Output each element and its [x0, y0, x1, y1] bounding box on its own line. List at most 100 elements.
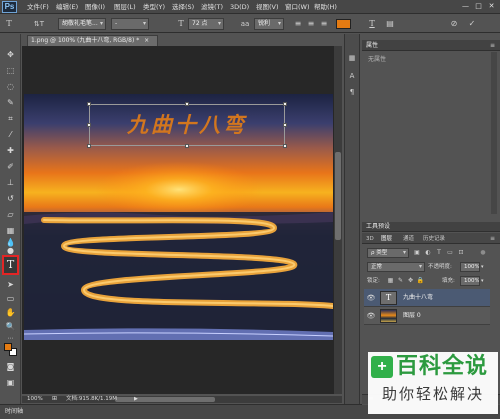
lock-position-icon[interactable]: ✥: [406, 276, 415, 286]
panel-menu-icon[interactable]: ≡: [490, 41, 495, 50]
history-panel-icon[interactable]: ▦: [346, 52, 358, 64]
filter-toggle-icon[interactable]: ●: [478, 248, 488, 258]
opacity-slider-arrow-icon[interactable]: ▾: [481, 262, 484, 272]
tool-presets-tab[interactable]: 工具预设: [366, 223, 390, 231]
close-window-button[interactable]: ✕: [487, 1, 496, 11]
properties-scrollbar[interactable]: [491, 52, 497, 214]
menu-select[interactable]: 选择(S): [172, 2, 194, 12]
zoom-menu-icon[interactable]: ⊞: [52, 395, 57, 403]
document-tab-title: 1.png @ 100% (九曲十八弯, RGB/8) *: [31, 37, 140, 44]
brush-tool-icon[interactable]: ✐: [3, 162, 18, 172]
menu-help[interactable]: 帮助(H): [314, 2, 337, 12]
screen-mode-icon[interactable]: ▣: [3, 378, 18, 388]
chevron-down-icon: ▾: [402, 249, 406, 256]
fill-slider-arrow-icon[interactable]: ▾: [481, 276, 484, 286]
lock-pixels-icon[interactable]: ✎: [396, 276, 405, 286]
menu-file[interactable]: 文件(F): [27, 2, 49, 12]
lasso-tool-icon[interactable]: ◌: [3, 82, 18, 92]
tab-channels[interactable]: 通道: [403, 234, 414, 244]
filter-shape-icon[interactable]: ▭: [445, 248, 455, 258]
opacity-input[interactable]: 100%: [460, 262, 480, 272]
properties-title[interactable]: 属性: [366, 41, 378, 50]
gradient-tool-icon[interactable]: ▦: [3, 226, 18, 236]
text-color-swatch[interactable]: [336, 19, 351, 29]
font-size-select[interactable]: 72 点 ▾: [188, 18, 224, 30]
close-tab-icon[interactable]: ×: [144, 37, 149, 44]
hand-tool-icon[interactable]: ✋: [3, 308, 18, 318]
foreground-color-swatch[interactable]: [4, 343, 12, 351]
document-tab[interactable]: 1.png @ 100% (九曲十八弯, RGB/8) * ×: [27, 35, 158, 46]
canvas-title-text[interactable]: 九曲十八弯: [92, 104, 282, 146]
character-panel-icon[interactable]: ▤: [384, 17, 396, 31]
eye-icon[interactable]: 👁: [366, 307, 376, 325]
eyedropper-tool-icon[interactable]: ⁄: [3, 130, 18, 140]
warp-text-icon[interactable]: T: [366, 17, 378, 31]
timeline-tab[interactable]: 时间轴: [5, 408, 23, 416]
menu-layer[interactable]: 图层(L): [114, 2, 136, 12]
minimize-button[interactable]: —: [461, 1, 470, 11]
font-family-select[interactable]: 胡敬礼毛笔... ▾: [58, 18, 106, 30]
watermark-subtitle: 助你轻松解决: [382, 385, 485, 403]
path-selection-tool-icon[interactable]: ➤: [3, 280, 18, 290]
blend-mode-select[interactable]: 正常 ▾: [367, 262, 425, 272]
crop-tool-icon[interactable]: ⌗: [3, 114, 18, 124]
filter-adjust-icon[interactable]: ◐: [423, 248, 433, 258]
restore-button[interactable]: □: [474, 1, 483, 11]
panel-menu-icon[interactable]: ≡: [490, 234, 495, 244]
status-menu-arrow-icon[interactable]: ▶: [134, 395, 138, 403]
transform-handle[interactable]: [283, 102, 287, 106]
tab-history[interactable]: 历史记录: [423, 234, 445, 244]
transform-handle[interactable]: [283, 144, 287, 148]
quick-select-tool-icon[interactable]: ✎: [3, 98, 18, 108]
eraser-tool-icon[interactable]: ▱: [3, 210, 18, 220]
transform-handle[interactable]: [87, 102, 91, 106]
commit-edit-icon[interactable]: ✓: [466, 17, 478, 31]
font-style-select[interactable]: - ▾: [111, 18, 149, 30]
type-layer-thumbnail: T: [380, 291, 397, 305]
history-brush-tool-icon[interactable]: ↺: [3, 194, 18, 204]
zoom-tool-icon[interactable]: 🔍: [3, 322, 18, 332]
zoom-level[interactable]: 100%: [27, 395, 43, 403]
filter-pixel-icon[interactable]: ▣: [412, 248, 422, 258]
text-orientation-icon[interactable]: ⇅T: [30, 17, 48, 31]
tab-layers[interactable]: 图层: [381, 234, 392, 244]
fill-input[interactable]: 100%: [460, 276, 480, 286]
layer-name[interactable]: 图层 0: [403, 307, 421, 325]
marquee-tool-icon[interactable]: ⬚: [3, 66, 18, 76]
quick-mask-icon[interactable]: ◙: [3, 362, 18, 372]
text-tool-preset-icon[interactable]: T: [3, 17, 15, 31]
menu-edit[interactable]: 编辑(E): [56, 2, 78, 12]
menu-type[interactable]: 类型(Y): [143, 2, 165, 12]
paragraph-panel-icon[interactable]: ¶: [346, 86, 358, 98]
menu-filter[interactable]: 滤镜(T): [201, 2, 223, 12]
align-right-icon[interactable]: ≡: [318, 17, 330, 31]
menu-view[interactable]: 视图(V): [256, 2, 279, 12]
clone-stamp-tool-icon[interactable]: ⊥: [3, 178, 18, 188]
text-tool-icon[interactable]: T: [4, 257, 17, 273]
menu-3d[interactable]: 3D(D): [230, 2, 249, 12]
align-center-icon[interactable]: ≡: [305, 17, 317, 31]
transform-handle[interactable]: [87, 123, 91, 127]
align-left-icon[interactable]: ≡: [292, 17, 304, 31]
menu-window[interactable]: 窗口(W): [285, 2, 310, 12]
healing-brush-tool-icon[interactable]: ✚: [3, 146, 18, 156]
lock-transparent-icon[interactable]: ▦: [386, 276, 395, 286]
character-panel-icon[interactable]: A: [346, 70, 358, 82]
rectangle-tool-icon[interactable]: ▭: [3, 294, 18, 304]
transform-handle[interactable]: [87, 144, 91, 148]
move-tool-icon[interactable]: ✥: [3, 50, 18, 60]
eye-icon[interactable]: 👁: [366, 289, 376, 307]
anti-alias-select[interactable]: 锐利 ▾: [254, 18, 284, 30]
lock-all-icon[interactable]: 🔒: [416, 276, 425, 286]
filter-type-icon[interactable]: T: [434, 248, 444, 258]
vertical-scroll-thumb[interactable]: [335, 152, 341, 240]
tab-3d[interactable]: 3D: [366, 234, 374, 244]
horizontal-scroll-thumb[interactable]: [115, 397, 215, 402]
layer-name[interactable]: 九曲十八弯: [403, 289, 433, 307]
menu-image[interactable]: 图像(I): [85, 2, 105, 12]
filter-smart-icon[interactable]: ⊡: [456, 248, 466, 258]
layer-filter-value: ρ 类型: [371, 250, 388, 256]
layer-filter-select[interactable]: ρ 类型 ▾: [367, 248, 409, 258]
transform-handle[interactable]: [283, 123, 287, 127]
cancel-edit-icon[interactable]: ⊘: [448, 17, 460, 31]
